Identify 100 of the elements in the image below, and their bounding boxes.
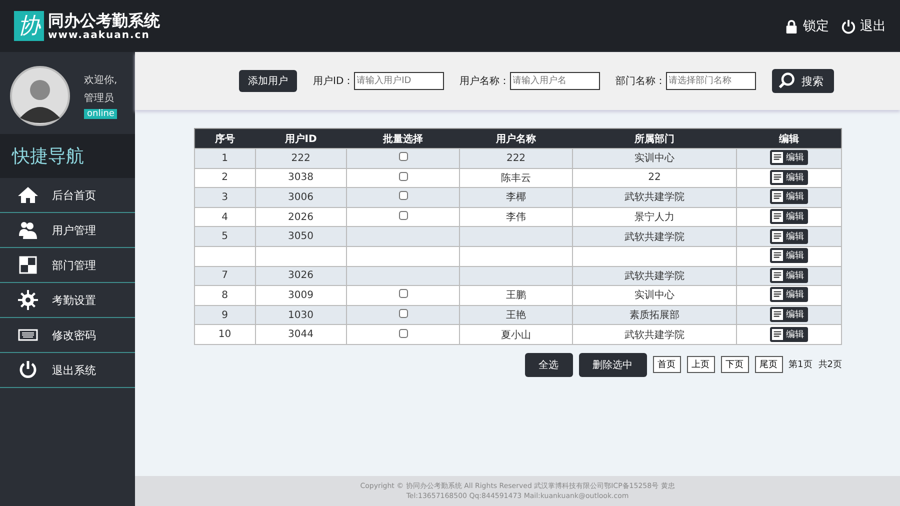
table-cell: 1030 [255, 305, 347, 325]
table-cell: 1 [194, 148, 256, 168]
page-indicator: 第1页 [788, 358, 812, 372]
table-cell: 3006 [255, 188, 347, 208]
table-cell: 武软共建学院 [572, 226, 737, 246]
edit-button[interactable]: 编辑 [770, 209, 808, 224]
nav-item[interactable]: 部门管理 [0, 248, 135, 283]
document-icon [772, 191, 784, 202]
delete-selected-button[interactable]: 删除选中 [578, 352, 647, 377]
document-icon [772, 309, 784, 320]
table-cell: 2 [194, 168, 256, 188]
search-button[interactable]: 搜索 [772, 69, 834, 93]
add-user-button[interactable]: 添加用户 [239, 70, 297, 92]
column-header: 编辑 [736, 128, 842, 148]
checkbox[interactable] [398, 289, 408, 298]
status-badge: online [84, 109, 118, 119]
logo-mark: 协 [14, 11, 44, 41]
edit-button[interactable]: 编辑 [770, 150, 808, 166]
edit-button[interactable]: 编辑 [770, 307, 808, 322]
edit-button[interactable]: 编辑 [770, 189, 808, 204]
checkbox[interactable] [398, 309, 408, 318]
squares-icon [18, 255, 38, 275]
input-field[interactable]: 请输入用户名 [510, 72, 600, 90]
select-all-button[interactable]: 全选 [524, 352, 573, 377]
table-cell: 2026 [255, 207, 347, 227]
table-cell: 武软共建学院 [572, 324, 737, 344]
page-button[interactable]: 尾页 [754, 356, 783, 374]
document-icon [772, 250, 784, 262]
table-cell: 222 [255, 148, 347, 168]
table-cell: 实训中心 [572, 286, 737, 306]
field-label: 部门名称： [616, 74, 666, 88]
edit-button[interactable]: 编辑 [770, 248, 808, 264]
document-icon [772, 172, 784, 183]
field-label: 用户名称： [460, 74, 510, 88]
edit-button[interactable]: 编辑 [770, 268, 808, 283]
page-count: 共2页 [818, 358, 842, 372]
column-header: 批量选择 [346, 128, 460, 148]
column-header: 所属部门 [572, 128, 737, 148]
users-icon [18, 220, 38, 240]
search-icon [778, 72, 796, 90]
table-cell: 素质拓展部 [572, 305, 737, 325]
table-cell: 5 [194, 226, 256, 246]
app-title: 同办公考勤系统 [48, 12, 160, 30]
edit-button[interactable]: 编辑 [770, 228, 808, 244]
table-cell: 陈丰云 [460, 168, 572, 188]
edit-button[interactable]: 编辑 [770, 170, 808, 185]
table-cell: 实训中心 [572, 148, 737, 168]
page-button[interactable]: 上页 [686, 356, 715, 374]
document-icon [772, 270, 784, 281]
edit-button[interactable]: 编辑 [770, 326, 808, 342]
page-button[interactable]: 首页 [652, 356, 681, 374]
table-cell: 3 [194, 188, 256, 208]
table-cell: 3038 [255, 168, 347, 188]
document-icon [772, 211, 784, 222]
table-cell: 王艳 [460, 305, 572, 325]
lock-icon [784, 18, 799, 34]
edit-button[interactable]: 编辑 [770, 287, 808, 302]
table-cell: 3044 [255, 324, 347, 344]
checkbox[interactable] [398, 191, 408, 200]
table-cell: 李伟 [460, 207, 572, 227]
document-icon [772, 289, 784, 300]
page-button[interactable]: 下页 [720, 356, 749, 374]
checkbox[interactable] [398, 328, 408, 338]
power-icon [18, 360, 38, 380]
lock-link[interactable]: 锁定 [784, 17, 829, 35]
table-cell: 夏小山 [460, 324, 572, 344]
home-icon [18, 185, 38, 205]
document-icon [772, 328, 784, 340]
checkbox[interactable] [398, 211, 408, 220]
table-cell: 8 [194, 286, 256, 306]
power-icon [841, 18, 856, 34]
table-cell: 4 [194, 207, 256, 227]
table-cell: 3009 [255, 286, 347, 306]
table-cell: 景宁人力 [572, 207, 737, 227]
table-cell: 李椰 [460, 188, 572, 208]
document-icon [772, 230, 784, 242]
logout-link[interactable]: 退出 [841, 17, 886, 35]
input-field[interactable]: 请选择部门名称 [666, 72, 756, 90]
table-cell: 武软共建学院 [572, 188, 737, 208]
document-icon [772, 152, 784, 164]
checkbox[interactable] [398, 172, 408, 181]
checkbox[interactable] [398, 152, 408, 162]
column-header: 序号 [194, 128, 256, 148]
greeting: 欢迎你, [84, 74, 118, 87]
table-cell: 7 [194, 266, 256, 286]
column-header: 用户名称 [460, 128, 572, 148]
nav-title: 快捷导航 [0, 134, 135, 178]
table-cell: 10 [194, 324, 256, 344]
table-cell: 3026 [255, 266, 347, 286]
table-cell: 3050 [255, 226, 347, 246]
user-role: 管理员 [84, 92, 114, 105]
table-cell: 22 [572, 168, 737, 188]
nav-item[interactable]: 用户管理 [0, 213, 135, 248]
table-cell: 王鹏 [460, 286, 572, 306]
avatar [10, 66, 70, 126]
settings-icon [18, 290, 38, 310]
table-cell: 9 [194, 305, 256, 325]
column-header: 用户ID [255, 128, 347, 148]
input-field[interactable]: 请输入用户ID [354, 72, 444, 90]
table-cell: 222 [460, 148, 572, 168]
